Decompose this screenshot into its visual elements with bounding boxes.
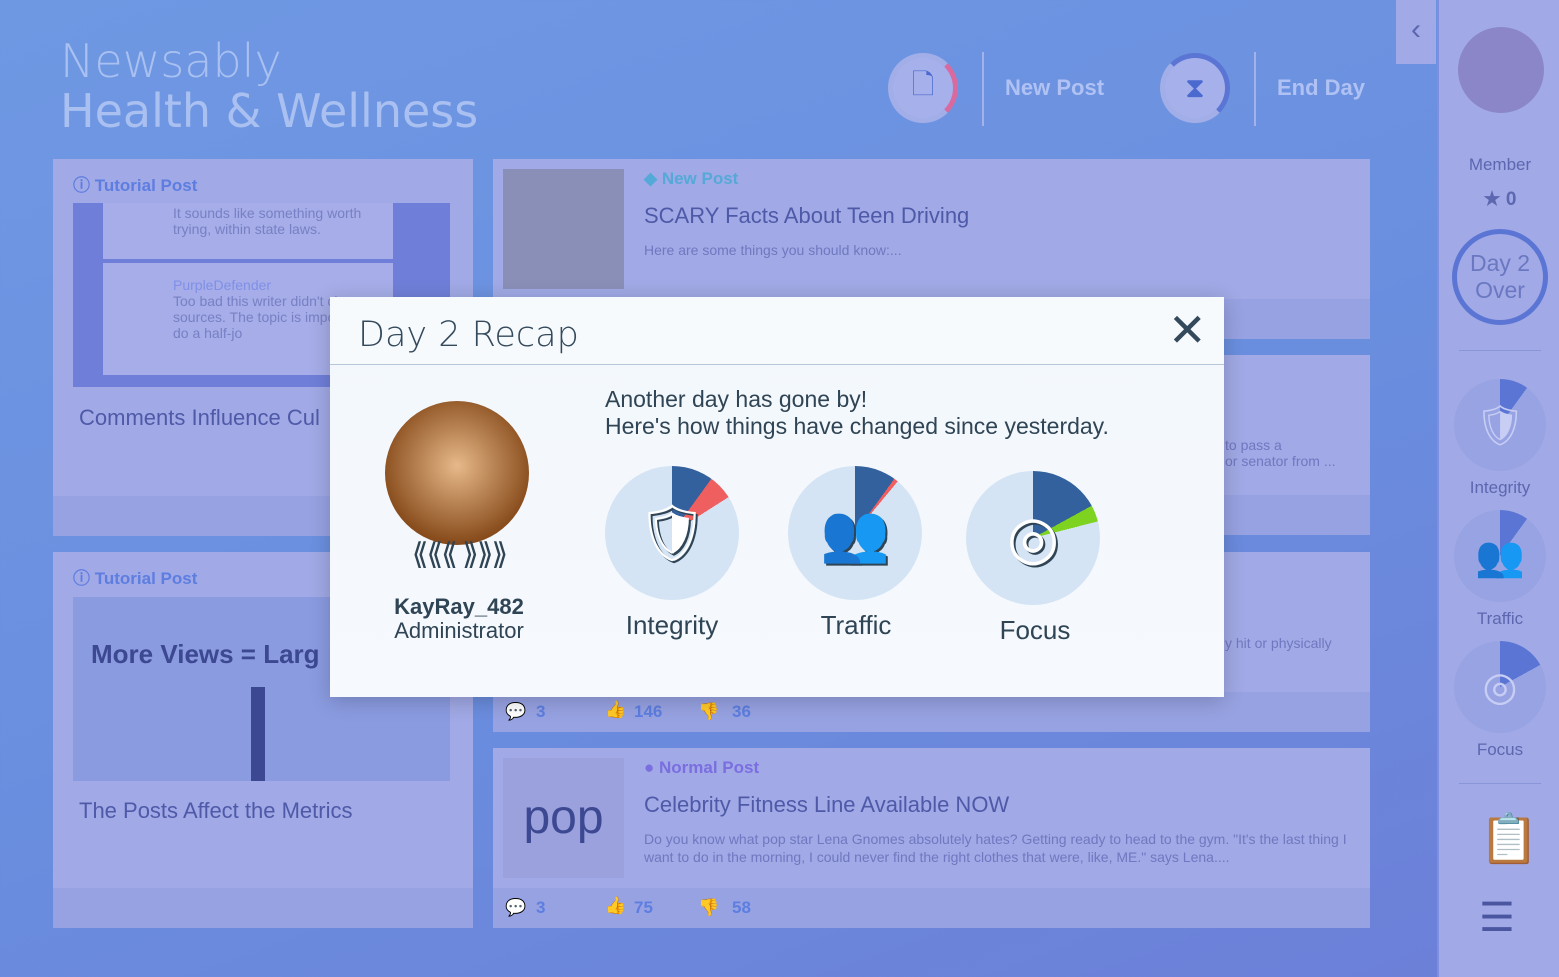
recap-dialog: Day 2 Recap ✕ ⟪⟪⟪ ⟫⟫⟫ KayRay_482 Adminis…: [330, 297, 1224, 697]
metric-label: Focus: [999, 615, 1071, 645]
shield-icon: 🛡: [1474, 403, 1526, 448]
star-icon: ★: [1483, 189, 1501, 210]
post-thumbnail: pop: [503, 758, 624, 878]
laurel-icon: ⟪⟪⟪ ⟫⟫⟫: [411, 538, 508, 571]
post-title: SCARY Facts About Teen Driving: [644, 203, 970, 228]
post-thumbnail: [503, 169, 624, 289]
post-card[interactable]: pop ● Normal Post Celebrity Fitness Line…: [493, 748, 1370, 928]
metric-label: Integrity: [625, 610, 719, 640]
post-excerpt: to pass a or senator from ...: [1225, 437, 1336, 469]
post-tag: New Post: [661, 169, 739, 188]
star-count: 0: [1505, 189, 1517, 210]
diamond-icon: ◆: [644, 169, 658, 188]
comment-count: 3: [536, 898, 546, 917]
day-indicator: Day 2 Over: [1452, 229, 1548, 325]
sidebar-integrity-meter[interactable]: 🛡: [1454, 379, 1546, 471]
target-icon: ◎: [1482, 665, 1518, 709]
new-post-icon[interactable]: 🗋: [888, 53, 958, 123]
integrity-meter: 🛡: [605, 466, 739, 600]
shield-icon: 🛡: [636, 501, 708, 564]
post-tag: Tutorial Post: [94, 569, 198, 588]
post-excerpt: Do you know what pop star Lena Gnomes ab…: [644, 831, 1347, 865]
metric-label: Focus: [1476, 740, 1524, 759]
users-icon: 👥: [820, 501, 890, 564]
sidebar: Member ★ 0 Day 2 Over 🛡 Integrity 👥 Traff…: [1437, 0, 1559, 977]
sidebar-focus-meter[interactable]: ◎: [1454, 641, 1546, 733]
collapse-sidebar-button[interactable]: ‹: [1396, 0, 1436, 64]
arrow-up-icon: [251, 687, 265, 781]
thumbs-up-icon[interactable]: 👍: [605, 896, 626, 916]
comment-user: PurpleDefender: [173, 277, 272, 293]
thumbs-up-icon[interactable]: 👍: [605, 700, 626, 720]
info-icon: ⓘ: [73, 176, 90, 195]
hourglass-icon[interactable]: ⧗: [1160, 53, 1230, 123]
divider: [982, 52, 984, 126]
section-title: Health & Wellness: [60, 84, 479, 138]
user-role: Administrator: [394, 618, 524, 643]
clipboard-icon[interactable]: 📋: [1479, 810, 1539, 867]
target-icon: ◎: [1006, 504, 1060, 571]
post-tag: Normal Post: [659, 758, 760, 777]
metric-label: Traffic: [1476, 609, 1524, 628]
dislike-count: 58: [732, 898, 751, 917]
dislike-count: 36: [732, 702, 751, 721]
users-icon: 👥: [1475, 534, 1525, 579]
post-excerpt: y hit or physically: [1225, 635, 1332, 651]
rank-label: Member: [1468, 155, 1532, 174]
recap-message: Here's how things have changed since yes…: [605, 413, 1109, 439]
post-tag: Tutorial Post: [94, 176, 198, 195]
info-icon: ⓘ: [73, 569, 90, 588]
username: KayRay_482: [394, 594, 524, 619]
like-count: 146: [634, 702, 663, 721]
dialog-title: Day 2 Recap: [358, 315, 579, 355]
sidebar-traffic-meter[interactable]: 👥: [1454, 510, 1546, 602]
comment-icon: 💬: [505, 702, 527, 721]
comment-count: 3: [536, 702, 546, 721]
menu-icon[interactable]: ☰: [1479, 895, 1515, 941]
post-title: The Posts Affect the Metrics: [79, 798, 353, 823]
comment-icon: 💬: [505, 898, 527, 917]
post-excerpt: Here are some things you should know:...: [644, 242, 902, 258]
avatar[interactable]: [1458, 27, 1544, 113]
like-count: 75: [634, 898, 653, 917]
traffic-meter: 👥: [788, 466, 922, 600]
metric-label: Traffic: [820, 610, 892, 640]
post-title: Comments Influence Cul: [79, 405, 320, 430]
thumbs-down-icon[interactable]: 👎: [698, 702, 719, 722]
recap-message: Another day has gone by!: [605, 386, 868, 412]
user-avatar: [385, 401, 529, 545]
close-icon[interactable]: ✕: [1168, 305, 1207, 355]
brand-name: Newsably: [60, 34, 282, 88]
metric-label: Integrity: [1469, 478, 1531, 497]
divider: [1254, 52, 1256, 126]
comment-text: It sounds like something worth trying, w…: [103, 203, 393, 259]
dot-icon: ●: [644, 758, 655, 777]
new-post-button[interactable]: New Post: [1005, 75, 1104, 101]
thumbs-down-icon[interactable]: 👎: [698, 898, 719, 918]
end-day-button[interactable]: End Day: [1277, 75, 1365, 101]
focus-meter: ◎: [966, 471, 1100, 605]
post-title: Celebrity Fitness Line Available NOW: [644, 792, 1010, 817]
